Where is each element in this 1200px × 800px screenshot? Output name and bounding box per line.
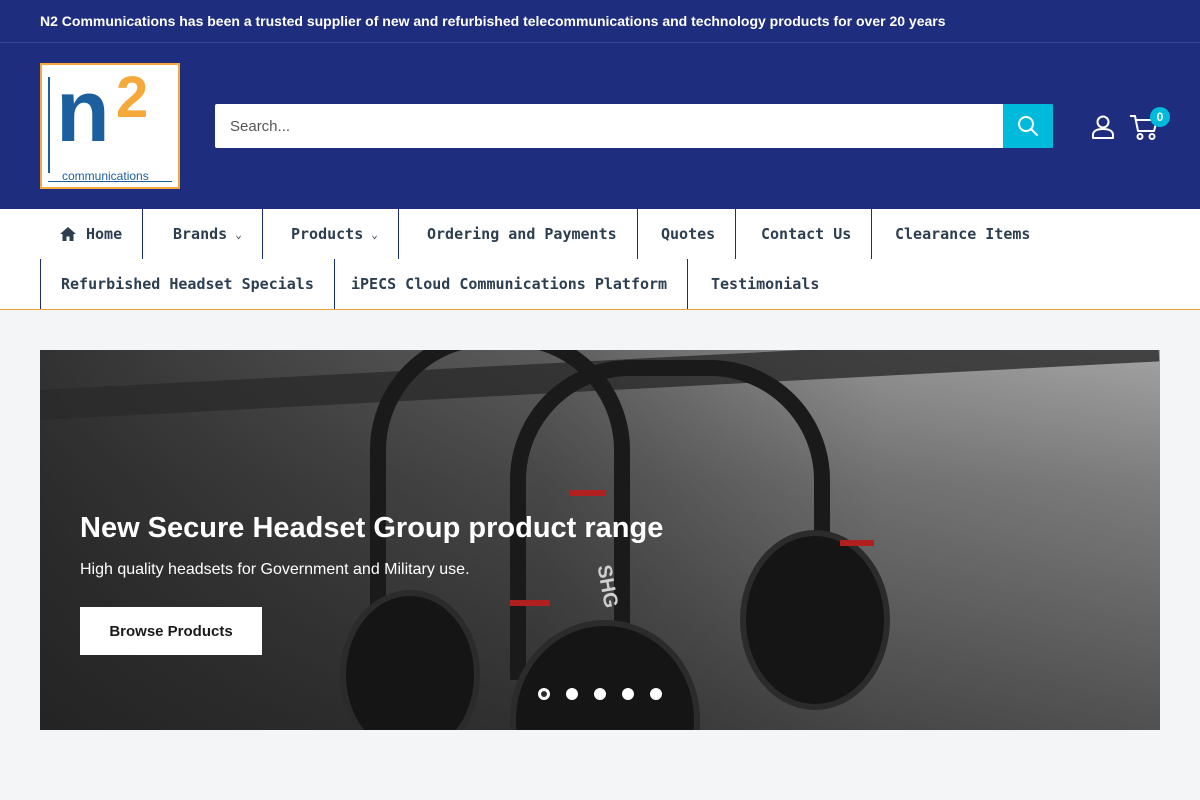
nav-contact-us[interactable]: Contact Us [741,209,873,259]
nav-ordering-payments[interactable]: Ordering and Payments [407,209,638,259]
nav-ordering-label: Ordering and Payments [427,225,617,243]
nav-brands[interactable]: Brands ⌄ [153,209,263,259]
announcement-text: N2 Communications has been a trusted sup… [40,13,946,29]
slide-dot-1[interactable] [538,688,550,700]
nav-contact-label: Contact Us [761,225,852,243]
logo-mark-n: n [56,63,110,160]
slide-dot-5[interactable] [650,688,662,700]
nav-testimonials[interactable]: Testimonials [691,259,839,309]
nav-quotes[interactable]: Quotes [641,209,737,259]
user-icon [1092,115,1114,139]
cart-count-badge: 0 [1150,107,1170,127]
nav-clearance-label: Clearance Items [895,225,1031,243]
nav-ipecs-cloud[interactable]: iPECS Cloud Communications Platform [331,259,689,309]
nav-testimonials-label: Testimonials [711,275,820,293]
logo[interactable]: n 2 communications [40,63,180,189]
nav-products-label: Products [291,225,364,243]
slideshow-dots [538,688,662,700]
slide-dot-2[interactable] [566,688,578,700]
search-icon [1018,116,1038,136]
main-nav: Home Brands ⌄ Products ⌄ Ordering and Pa… [0,209,1200,310]
logo-cord [48,77,50,173]
hero-slideshow: SHG New Secure Headset Group product ran… [40,350,1160,730]
nav-ipecs-label: iPECS Cloud Communications Platform [351,275,668,293]
nav-clearance-items[interactable]: Clearance Items [875,209,1050,259]
home-icon [60,227,76,241]
hero-title: New Secure Headset Group product range [80,512,664,544]
nav-refurbished-label: Refurbished Headset Specials [61,275,314,293]
nav-refurbished-headsets[interactable]: Refurbished Headset Specials [40,259,335,309]
account-button[interactable] [1089,113,1117,141]
search-bar [215,104,1053,148]
chevron-down-icon: ⌄ [371,227,378,241]
nav-quotes-label: Quotes [661,225,716,243]
slide-dot-3[interactable] [594,688,606,700]
logo-underline [48,181,172,182]
chevron-down-icon: ⌄ [235,227,242,241]
nav-home[interactable]: Home [40,209,144,259]
headset-earcup-right [740,530,890,710]
search-button[interactable] [1003,104,1053,148]
site-header: n 2 communications 0 [0,43,1200,209]
headset-red-accent [840,540,874,546]
nav-home-label: Home [86,225,123,243]
nav-brands-label: Brands [173,225,228,243]
headset-red-accent [570,490,606,496]
browse-products-button[interactable]: Browse Products [80,607,262,655]
nav-products[interactable]: Products ⌄ [271,209,399,259]
announcement-bar: N2 Communications has been a trusted sup… [0,0,1200,43]
hero-subtitle: High quality headsets for Government and… [80,561,470,578]
slide-dot-4[interactable] [622,688,634,700]
headset-red-accent [510,600,550,606]
logo-mark-2: 2 [116,65,149,130]
search-input[interactable] [215,104,1003,148]
